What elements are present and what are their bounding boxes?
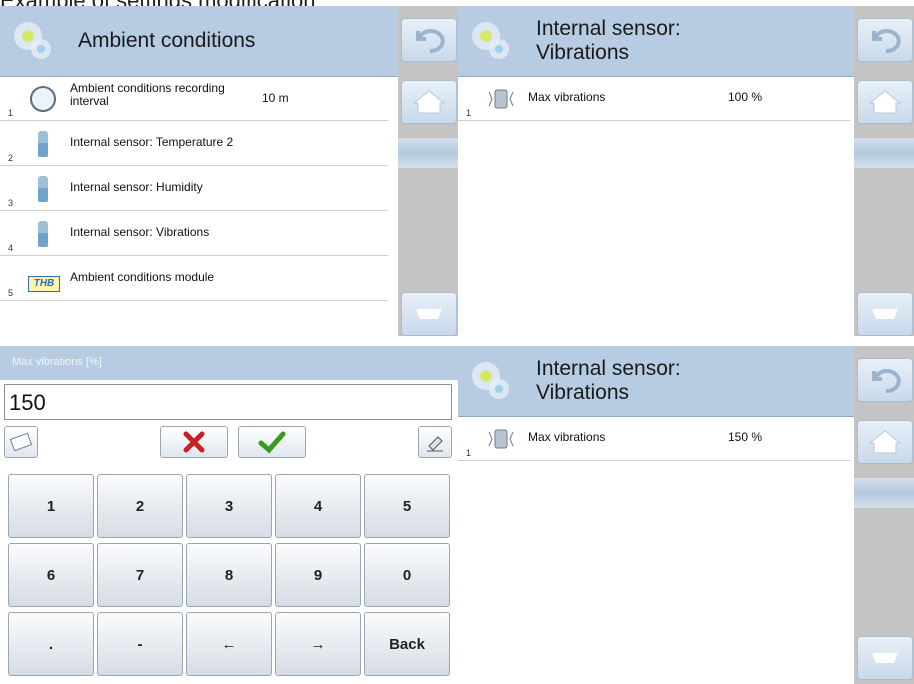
- home-button[interactable]: [857, 420, 913, 464]
- numeric-keypad-panel: Max vibrations [%] 150 1 2 3 4 5 6 7 8 9…: [0, 346, 458, 684]
- key-back[interactable]: Back: [364, 612, 450, 676]
- row-value: 100 %: [728, 90, 763, 104]
- key-4[interactable]: 4: [275, 474, 361, 538]
- home-icon: [412, 90, 446, 114]
- keypad-header: Max vibrations [%]: [0, 346, 458, 380]
- sidebar: [854, 346, 914, 684]
- sidebar: [398, 6, 458, 336]
- vibration-icon: [488, 429, 514, 449]
- value-input[interactable]: 150: [4, 384, 452, 420]
- scrollbar[interactable]: [854, 138, 914, 168]
- key-decimal-point[interactable]: .: [8, 612, 94, 676]
- header: Internal sensor: Vibrations: [458, 346, 854, 417]
- scrollbar[interactable]: [854, 478, 914, 508]
- gear-icon: [14, 22, 51, 59]
- gear-icon: [472, 362, 509, 399]
- back-arrow-icon: [416, 29, 445, 54]
- sensor-icon: [38, 131, 48, 157]
- list-item[interactable]: 3 Internal sensor: Humidity: [0, 166, 388, 211]
- keyboard-icon: [10, 433, 32, 451]
- sidebar: [854, 6, 914, 336]
- header: Internal sensor: Vibrations: [458, 6, 854, 77]
- key-minus[interactable]: -: [97, 612, 183, 676]
- cross-icon: [183, 431, 205, 453]
- scroll-down-button[interactable]: [857, 292, 913, 336]
- gear-icon: [472, 22, 509, 59]
- back-button[interactable]: [401, 18, 457, 62]
- row-label: Internal sensor: Humidity: [70, 180, 203, 194]
- clock-icon: [30, 86, 56, 112]
- key-8[interactable]: 8: [186, 543, 272, 607]
- row-label: Ambient conditions recording interval: [70, 81, 225, 108]
- row-value: 150 %: [728, 430, 763, 444]
- keypad-title: Max vibrations [%]: [12, 356, 102, 368]
- scroll-down-icon: [872, 309, 898, 319]
- row-label: Internal sensor: Vibrations: [70, 225, 210, 239]
- home-button[interactable]: [401, 80, 457, 124]
- header: Ambient conditions: [0, 6, 398, 77]
- key-cursor-left[interactable]: ←: [186, 612, 272, 676]
- back-arrow-icon: [872, 369, 901, 394]
- list-item[interactable]: 5 THB Ambient conditions module: [0, 256, 388, 301]
- key-6[interactable]: 6: [8, 543, 94, 607]
- scroll-down-button[interactable]: [401, 292, 457, 336]
- row-label: Internal sensor: Temperature 2: [70, 135, 234, 149]
- clear-button[interactable]: [418, 426, 452, 458]
- back-button[interactable]: [857, 18, 913, 62]
- cancel-button[interactable]: [160, 426, 228, 458]
- page-title: Internal sensor: Vibrations: [536, 17, 681, 64]
- vibrations-panel-after: Internal sensor: Vibrations 1 Max vibrat…: [458, 346, 914, 684]
- scroll-down-icon: [416, 309, 442, 319]
- vibrations-panel-before: Internal sensor: Vibrations 1 Max vibrat…: [458, 6, 914, 336]
- key-2[interactable]: 2: [97, 474, 183, 538]
- home-icon: [868, 90, 902, 114]
- eraser-icon: [427, 436, 443, 452]
- list-item[interactable]: 1 Max vibrations 100 %: [458, 76, 850, 121]
- scrollbar[interactable]: [398, 138, 458, 168]
- row-label: Max vibrations: [528, 430, 606, 444]
- key-9[interactable]: 9: [275, 543, 361, 607]
- row-label: Max vibrations: [528, 90, 606, 104]
- back-arrow-icon: [872, 29, 901, 54]
- thb-module-icon: THB: [28, 276, 60, 292]
- vibration-icon: [488, 89, 514, 109]
- confirm-button[interactable]: [238, 426, 306, 458]
- home-icon: [868, 430, 902, 454]
- ambient-conditions-panel: Ambient conditions 1 Ambient conditions …: [0, 6, 458, 336]
- sensor-icon: [38, 221, 48, 247]
- back-button[interactable]: [857, 358, 913, 402]
- row-label: Ambient conditions module: [70, 270, 215, 284]
- list-item[interactable]: 2 Internal sensor: Temperature 2: [0, 121, 388, 166]
- key-5[interactable]: 5: [364, 474, 450, 538]
- check-icon: [258, 431, 286, 454]
- key-cursor-right[interactable]: →: [275, 612, 361, 676]
- key-0[interactable]: 0: [364, 543, 450, 607]
- key-7[interactable]: 7: [97, 543, 183, 607]
- scroll-down-icon: [872, 653, 898, 663]
- home-button[interactable]: [857, 80, 913, 124]
- key-3[interactable]: 3: [186, 474, 272, 538]
- scroll-down-button[interactable]: [857, 636, 913, 680]
- keyboard-switch-button[interactable]: [4, 426, 38, 458]
- page-title: Internal sensor: Vibrations: [536, 357, 681, 404]
- page-title: Ambient conditions: [78, 29, 256, 52]
- sensor-icon: [38, 176, 48, 202]
- list-item[interactable]: 4 Internal sensor: Vibrations: [0, 211, 388, 256]
- list-item[interactable]: 1 Ambient conditions recording interval …: [0, 76, 388, 121]
- key-1[interactable]: 1: [8, 474, 94, 538]
- list-item[interactable]: 1 Max vibrations 150 %: [458, 416, 850, 461]
- row-value: 10 m: [262, 91, 289, 105]
